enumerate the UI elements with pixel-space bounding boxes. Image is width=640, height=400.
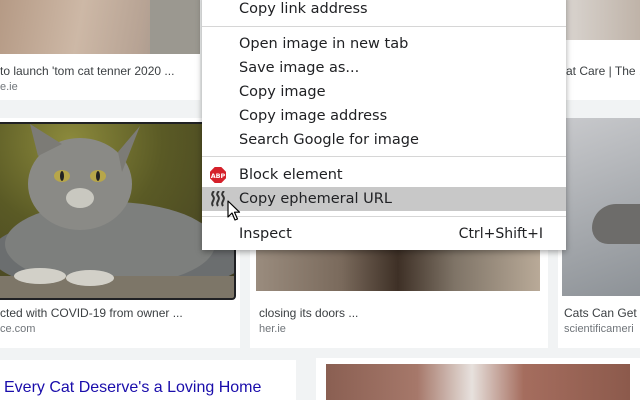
menu-item-copy-ephemeral-url[interactable]: Copy ephemeral URL: [202, 187, 566, 211]
context-menu: Copy link address Open image in new tab …: [202, 0, 566, 250]
menu-item-label: Block element: [239, 167, 343, 183]
result-source: e.ie: [0, 81, 18, 93]
adblock-plus-icon: ABP: [210, 167, 226, 183]
result-thumbnail[interactable]: [326, 364, 630, 400]
mouse-cursor-icon: [227, 200, 241, 221]
result-card[interactable]: Cats Can Get ... scientificameri: [558, 118, 640, 348]
menu-item-label: Search Google for image: [239, 132, 419, 148]
result-card[interactable]: Every Cat Deserve's a Loving Home: [0, 360, 296, 400]
result-thumbnail[interactable]: [0, 122, 236, 300]
menu-item-open-image-new-tab[interactable]: Open image in new tab: [202, 32, 566, 56]
result-thumbnail[interactable]: [562, 118, 640, 296]
result-source: her.ie: [259, 323, 286, 335]
menu-item-label: Copy link address: [239, 1, 368, 17]
result-card[interactable]: to launch 'tom cat tenner 2020 ... e.ie: [0, 0, 200, 100]
menu-item-save-image-as[interactable]: Save image as...: [202, 56, 566, 80]
result-caption[interactable]: Cats Can Get ...: [564, 306, 640, 320]
result-caption[interactable]: cted with COVID-19 from owner ...: [0, 306, 240, 320]
menu-item-search-google-image[interactable]: Search Google for image: [202, 128, 566, 152]
menu-separator: [202, 156, 566, 157]
menu-item-inspect[interactable]: Inspect Ctrl+Shift+I: [202, 222, 566, 246]
result-source: scientificameri: [564, 323, 634, 335]
adblock-plus-icon-text: ABP: [211, 172, 226, 180]
menu-item-label: Copy image address: [239, 108, 388, 124]
result-title[interactable]: Every Cat Deserve's a Loving Home: [4, 379, 261, 397]
menu-item-block-element[interactable]: ABP Block element: [202, 163, 566, 187]
menu-item-label: Open image in new tab: [239, 36, 409, 52]
result-card[interactable]: [316, 358, 640, 400]
menu-item-copy-link-address[interactable]: Copy link address: [202, 0, 566, 21]
result-thumbnail[interactable]: [566, 0, 640, 40]
menu-item-label: Copy image: [239, 84, 326, 100]
result-caption[interactable]: to launch 'tom cat tenner 2020 ...: [0, 64, 200, 78]
result-thumbnail[interactable]: [0, 0, 200, 54]
cat-image: [0, 124, 234, 298]
menu-item-copy-image[interactable]: Copy image: [202, 80, 566, 104]
result-caption[interactable]: at Care | The ...: [566, 64, 640, 78]
menu-item-label: Inspect: [239, 226, 292, 242]
menu-separator: [202, 216, 566, 217]
result-caption[interactable]: closing its doors ...: [259, 306, 539, 320]
menu-item-label: Save image as...: [239, 60, 360, 76]
ephemeral-url-icon: [211, 191, 225, 207]
menu-item-shortcut: Ctrl+Shift+I: [458, 226, 543, 242]
menu-separator: [202, 26, 566, 27]
menu-item-label: Copy ephemeral URL: [239, 191, 392, 207]
result-source: ce.com: [0, 323, 36, 335]
result-card[interactable]: at Care | The ...: [566, 0, 640, 100]
menu-item-copy-image-address[interactable]: Copy image address: [202, 104, 566, 128]
